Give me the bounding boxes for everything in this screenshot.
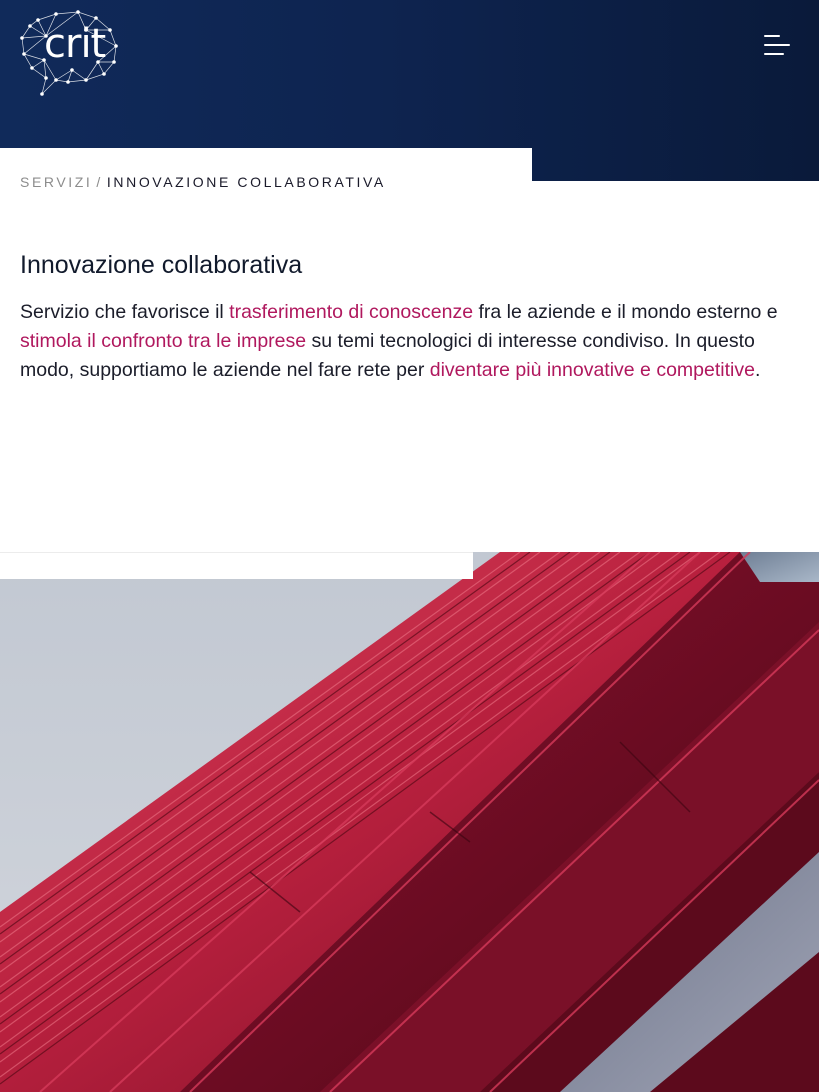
highlight-text: trasferimento di conoscenze <box>229 301 474 323</box>
intro-text: fra le aziende e il mondo esterno e <box>473 301 778 323</box>
intro-text: . <box>754 359 761 381</box>
page: crit SERVIZI / INNOVAZIONE COLLABORATIVA I… <box>0 0 819 1092</box>
logo-wordmark: crit <box>44 21 106 67</box>
highlight-text: stimola il confronto tra le imprese <box>20 330 307 352</box>
breadcrumb-current: INNOVAZIONE COLLABORATIVA <box>106 174 386 190</box>
breadcrumb: SERVIZI / INNOVAZIONE COLLABORATIVA <box>20 173 386 191</box>
intro-paragraph: Servizio che favorisce il trasferimento … <box>20 298 790 385</box>
breadcrumb-separator: / <box>96 174 103 190</box>
intro-text: Servizio che favorisce il <box>20 301 230 323</box>
hamburger-menu-icon[interactable] <box>756 30 796 60</box>
highlight-text: diventare più innovative e competitive <box>429 359 755 381</box>
hero-facade-image <box>0 552 819 1092</box>
hero-cutout <box>0 552 473 579</box>
breadcrumb-servizi-link[interactable]: SERVIZI <box>20 174 92 190</box>
page-title: Innovazione collaborativa <box>20 251 303 279</box>
